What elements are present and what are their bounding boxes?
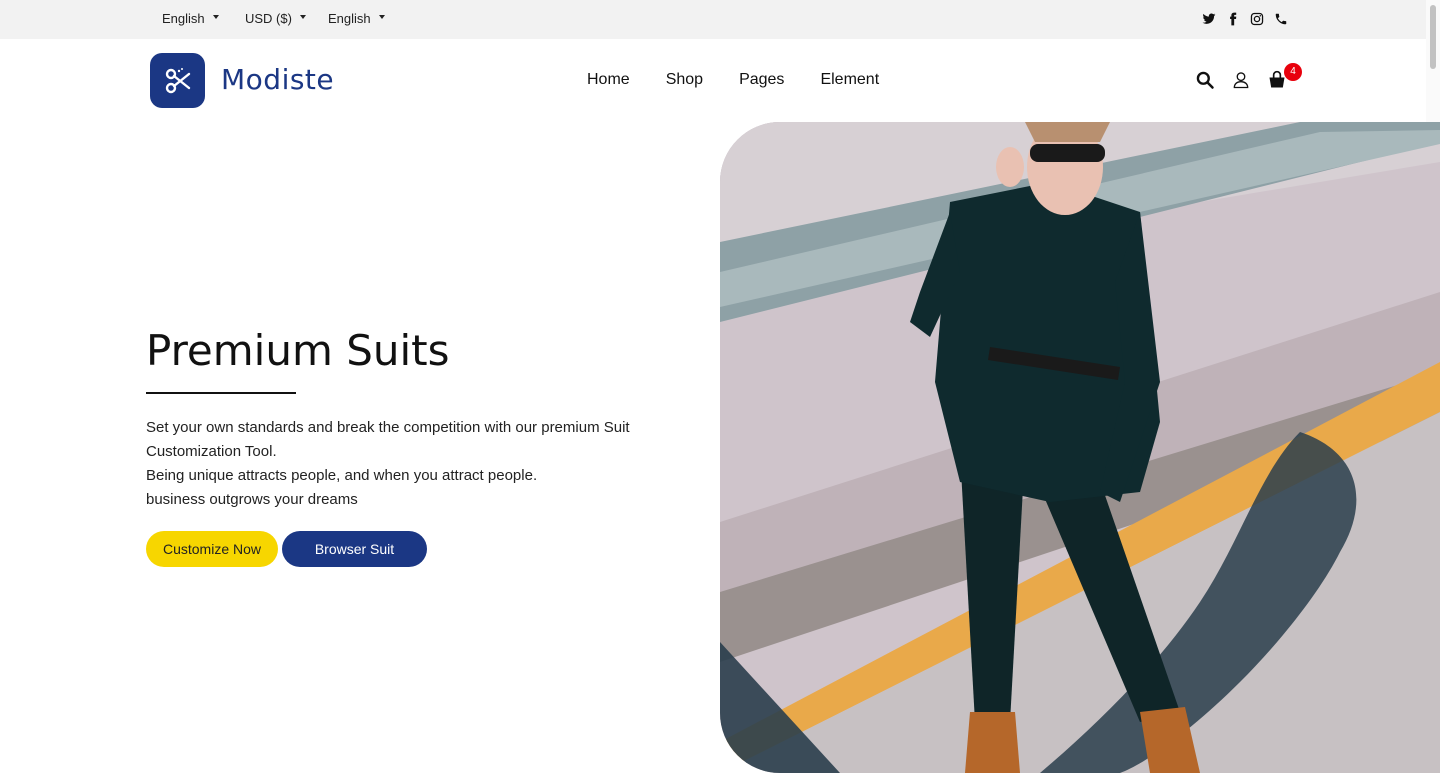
- cart-button[interactable]: 4: [1267, 63, 1302, 90]
- phone-icon[interactable]: [1274, 12, 1288, 26]
- nav-item-pages[interactable]: Pages: [739, 71, 784, 89]
- hero-title: Premium Suits: [146, 326, 450, 375]
- language-dropdown-secondary-label: English: [328, 11, 371, 26]
- nav-item-element[interactable]: Element: [820, 71, 879, 89]
- nav-item-home[interactable]: Home: [587, 71, 630, 89]
- hero-paragraph-line: Being unique attracts people, and when y…: [146, 467, 538, 484]
- facebook-icon[interactable]: [1226, 12, 1240, 26]
- logo[interactable]: [150, 53, 205, 108]
- cart-count-badge: 4: [1284, 63, 1302, 81]
- search-icon[interactable]: [1195, 70, 1215, 90]
- header-actions: 4: [1195, 63, 1302, 90]
- browse-suit-button[interactable]: Browser Suit: [282, 531, 427, 567]
- instagram-icon[interactable]: [1250, 12, 1264, 26]
- chevron-down-icon: [212, 15, 219, 19]
- currency-dropdown-label: USD ($): [245, 11, 292, 26]
- hero-paragraph-line: Set your own standards and break the com…: [146, 419, 630, 460]
- twitter-icon[interactable]: [1202, 12, 1216, 26]
- brand-name[interactable]: Modiste: [221, 63, 334, 96]
- nav-item-shop[interactable]: Shop: [666, 71, 703, 89]
- hero-description: Set your own standards and break the com…: [146, 416, 666, 512]
- user-icon[interactable]: [1231, 70, 1251, 90]
- title-divider: [146, 392, 296, 394]
- language-dropdown-label: English: [162, 11, 205, 26]
- top-utility-bar: English USD ($) English: [0, 0, 1440, 39]
- chevron-down-icon: [378, 15, 385, 19]
- customize-now-button[interactable]: Customize Now: [146, 531, 278, 567]
- hero-paragraph-line: business outgrows your dreams: [146, 491, 358, 508]
- language-dropdown[interactable]: English: [162, 11, 219, 26]
- scrollbar-thumb[interactable]: [1430, 5, 1436, 69]
- hero-image: [720, 122, 1440, 773]
- currency-dropdown[interactable]: USD ($): [245, 11, 306, 26]
- main-nav: Home Shop Pages Element: [587, 71, 879, 89]
- chevron-down-icon: [299, 15, 306, 19]
- scissors-icon: [165, 67, 190, 93]
- language-dropdown-secondary[interactable]: English: [328, 11, 385, 26]
- social-links: [1202, 12, 1288, 26]
